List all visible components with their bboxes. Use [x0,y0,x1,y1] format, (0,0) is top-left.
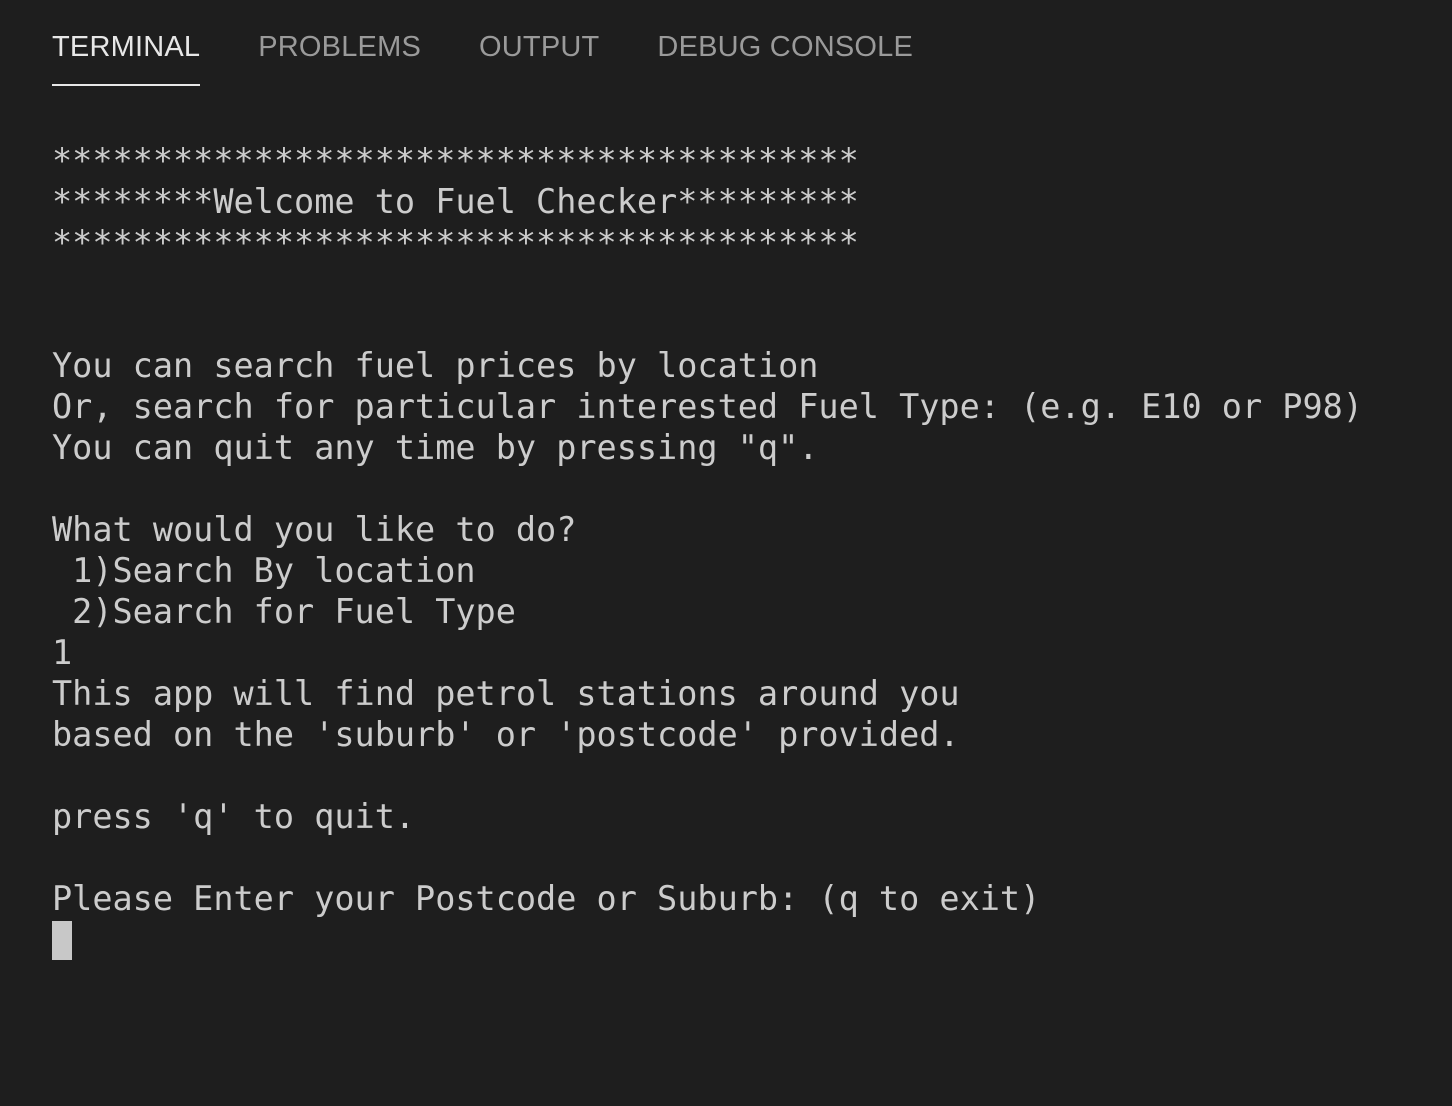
tab-problems[interactable]: PROBLEMS [258,24,421,86]
terminal-line: You can search fuel prices by location [52,346,819,385]
terminal-cursor [52,921,72,960]
terminal-panel: TERMINAL PROBLEMS OUTPUT DEBUG CONSOLE *… [0,0,1452,1106]
terminal-prompt-line: Please Enter your Postcode or Suburb: (q… [52,879,1041,918]
terminal-line: **************************************** [52,223,859,262]
terminal-line: 2)Search for Fuel Type [52,592,516,631]
terminal-line: ********Welcome to Fuel Checker********* [52,182,859,221]
terminal-line: 1)Search By location [52,551,476,590]
tab-output[interactable]: OUTPUT [479,24,599,86]
terminal-line: What would you like to do? [52,510,577,549]
tab-terminal[interactable]: TERMINAL [52,24,201,86]
terminal-line: based on the 'suburb' or 'postcode' prov… [52,715,960,754]
panel-tab-bar: TERMINAL PROBLEMS OUTPUT DEBUG CONSOLE [52,24,971,86]
terminal-output[interactable]: ****************************************… [52,140,1432,960]
terminal-line: **************************************** [52,141,859,180]
terminal-input-line[interactable] [52,919,1432,960]
terminal-line: This app will find petrol stations aroun… [52,674,960,713]
terminal-line: press 'q' to quit. [52,797,416,836]
terminal-line: 1 [52,633,73,672]
terminal-line: You can quit any time by pressing "q". [52,428,819,467]
tab-debug-console[interactable]: DEBUG CONSOLE [657,24,913,86]
terminal-line: Or, search for particular interested Fue… [52,387,1363,426]
